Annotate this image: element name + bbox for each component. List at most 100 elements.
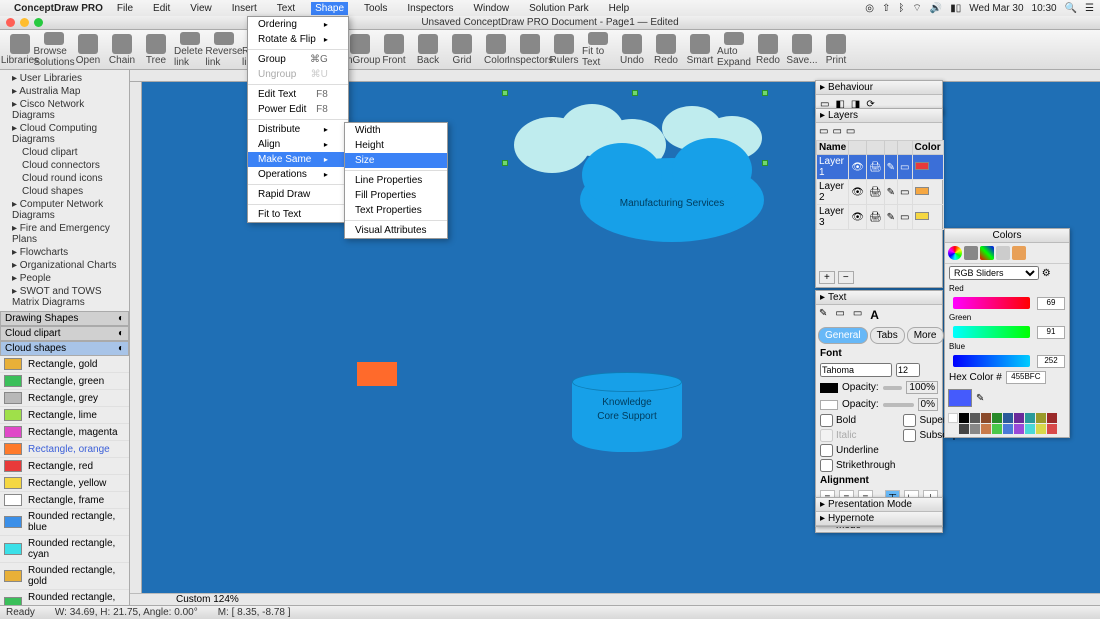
- toolbar-browse-solutions[interactable]: Browse Solutions: [38, 32, 70, 68]
- shape-list-item[interactable]: Rectangle, lime: [0, 407, 129, 424]
- menu-edit[interactable]: Edit: [149, 2, 174, 15]
- shape-list-item[interactable]: Rounded rectangle, green: [0, 590, 129, 605]
- spotlight-icon[interactable]: 🔍: [1065, 3, 1077, 14]
- shape-list-item[interactable]: Rounded rectangle, gold: [0, 563, 129, 590]
- text-bg-icon[interactable]: ▭: [853, 308, 862, 322]
- tab-more[interactable]: More: [907, 327, 944, 344]
- menu-item-fit-to-text[interactable]: Fit to Text: [248, 207, 348, 222]
- menu-help[interactable]: Help: [605, 2, 634, 15]
- color-mode-select[interactable]: RGB Sliders: [949, 266, 1039, 280]
- menu-tools[interactable]: Tools: [360, 2, 391, 15]
- cloud-group-selected[interactable]: Manufacturing Services: [502, 90, 852, 240]
- tab-general[interactable]: General: [818, 327, 868, 344]
- menu-item-ordering[interactable]: Ordering: [248, 17, 348, 32]
- superscript-checkbox[interactable]: [903, 414, 916, 427]
- make-same-submenu[interactable]: WidthHeightSize Line PropertiesFill Prope…: [344, 122, 448, 239]
- toolbar-rulers[interactable]: Rulers: [548, 32, 580, 68]
- shape-list-item[interactable]: Rectangle, grey: [0, 390, 129, 407]
- toolbar-inspectors[interactable]: Inspectors: [514, 32, 546, 68]
- opacity-slider-1[interactable]: [883, 386, 903, 390]
- cylinder-shape[interactable]: Knowledge Core Support: [572, 372, 682, 452]
- submenu-item-text-properties[interactable]: Text Properties: [345, 203, 447, 218]
- shape-list-item[interactable]: Rectangle, magenta: [0, 424, 129, 441]
- shape-list-item[interactable]: Rounded rectangle, blue: [0, 509, 129, 536]
- color-sliders-tab[interactable]: [964, 246, 978, 260]
- submenu-item-visual-attributes[interactable]: Visual Attributes: [345, 223, 447, 238]
- red-slider[interactable]: [953, 297, 1030, 309]
- submenu-item-height[interactable]: Height: [345, 138, 447, 153]
- gear-icon[interactable]: ⚙: [1042, 268, 1051, 279]
- font-size-input[interactable]: [896, 363, 920, 377]
- shape-menu[interactable]: OrderingRotate & FlipGroup⌘GUngroup⌘UEdi…: [247, 16, 349, 223]
- subscript-checkbox[interactable]: [903, 429, 916, 442]
- app-name[interactable]: ConceptDraw PRO: [14, 3, 103, 14]
- tree-node[interactable]: Cloud clipart: [4, 146, 125, 159]
- underline-checkbox[interactable]: [820, 444, 833, 457]
- menu-shape[interactable]: Shape: [311, 2, 348, 15]
- strike-checkbox[interactable]: [820, 459, 833, 472]
- menu-window[interactable]: Window: [470, 2, 514, 15]
- layer-icon[interactable]: ▭: [846, 126, 855, 137]
- toolbar-back[interactable]: Back: [412, 32, 444, 68]
- tab-tabs[interactable]: Tabs: [870, 327, 905, 344]
- tree-node[interactable]: ▸ Organizational Charts: [4, 259, 125, 272]
- toolbar-print[interactable]: Print: [820, 32, 852, 68]
- layers-panel[interactable]: ▸Layers ▭ ▭ ▭ NameColorLayer 1👁🖨✎▭Layer …: [815, 108, 943, 288]
- submenu-item-size[interactable]: Size: [345, 153, 447, 168]
- tree-node[interactable]: ▸ Australia Map: [4, 85, 125, 98]
- minimize-window-button[interactable]: [20, 18, 29, 27]
- zoom-window-button[interactable]: [34, 18, 43, 27]
- toolbar-auto-expand[interactable]: Auto Expand: [718, 32, 750, 68]
- menu-item-group[interactable]: Group⌘G: [248, 52, 348, 67]
- toolbar-smart[interactable]: Smart: [684, 32, 716, 68]
- layer-icon[interactable]: ▭: [832, 126, 841, 137]
- layer-row[interactable]: Layer 2👁🖨✎▭: [817, 180, 944, 205]
- blue-slider[interactable]: [953, 355, 1030, 367]
- tree-node[interactable]: Cloud round icons: [4, 172, 125, 185]
- green-slider[interactable]: [953, 326, 1030, 338]
- toolbar-libraries[interactable]: Libraries: [4, 32, 36, 68]
- bold-checkbox[interactable]: [820, 414, 833, 427]
- tree-node[interactable]: ▸ Fire and Emergency Plans: [4, 222, 125, 246]
- submenu-item-line-properties[interactable]: Line Properties: [345, 173, 447, 188]
- toolbar-open[interactable]: Open: [72, 32, 104, 68]
- add-layer-button[interactable]: +: [819, 271, 835, 284]
- presentation-panel[interactable]: ▸Presentation Mode ▸Hypernote: [815, 497, 943, 527]
- notification-icon[interactable]: ☰: [1085, 3, 1094, 14]
- add-layer-icon[interactable]: ▭: [819, 126, 828, 137]
- toolbar-chain[interactable]: Chain: [106, 32, 138, 68]
- remove-layer-button[interactable]: −: [838, 271, 854, 284]
- menu-item-align[interactable]: Align: [248, 137, 348, 152]
- toolbar-save-[interactable]: Save...: [786, 32, 818, 68]
- submenu-item-fill-properties[interactable]: Fill Properties: [345, 188, 447, 203]
- toolbar-reverse-link[interactable]: Reverse link: [208, 32, 240, 68]
- color-palette-tab[interactable]: [980, 246, 994, 260]
- shape-list-item[interactable]: Rounded rectangle, cyan: [0, 536, 129, 563]
- shape-list-item[interactable]: Rectangle, frame: [0, 492, 129, 509]
- menu-view[interactable]: View: [186, 2, 216, 15]
- tree-node[interactable]: ▸ Cloud Computing Diagrams: [4, 122, 125, 146]
- toolbar-redo[interactable]: Redo: [650, 32, 682, 68]
- colors-panel[interactable]: Colors RGB Sliders ⚙ Red69Green91Blue252…: [944, 228, 1070, 438]
- opacity-slider-2[interactable]: [883, 403, 914, 407]
- eyedropper-icon[interactable]: ✎: [976, 393, 984, 404]
- toolbar-tree[interactable]: Tree: [140, 32, 172, 68]
- current-color-well[interactable]: [948, 389, 972, 407]
- menu-item-distribute[interactable]: Distribute: [248, 122, 348, 137]
- menu-solution-park[interactable]: Solution Park: [525, 2, 592, 15]
- library-header[interactable]: Cloud clipart◐: [0, 326, 129, 341]
- toolbar-grid[interactable]: Grid: [446, 32, 478, 68]
- color-swatch-grid[interactable]: [945, 410, 1069, 437]
- shape-list-item[interactable]: Rectangle, red: [0, 458, 129, 475]
- shape-list-item[interactable]: Rectangle, orange: [0, 441, 129, 458]
- color-pencils-tab[interactable]: [1012, 246, 1026, 260]
- toolbar-redo[interactable]: Redo: [752, 32, 784, 68]
- tree-node[interactable]: ▸ SWOT and TOWS Matrix Diagrams: [4, 285, 125, 309]
- tree-node[interactable]: ▸ User Libraries: [4, 72, 125, 85]
- orange-rectangle-shape[interactable]: [357, 362, 397, 386]
- toolbar-fit-to-text[interactable]: Fit to Text: [582, 32, 614, 68]
- submenu-item-width[interactable]: Width: [345, 123, 447, 138]
- tree-node[interactable]: Cloud connectors: [4, 159, 125, 172]
- font-family-input[interactable]: [820, 363, 892, 377]
- menu-item-edit-text[interactable]: Edit TextF8: [248, 87, 348, 102]
